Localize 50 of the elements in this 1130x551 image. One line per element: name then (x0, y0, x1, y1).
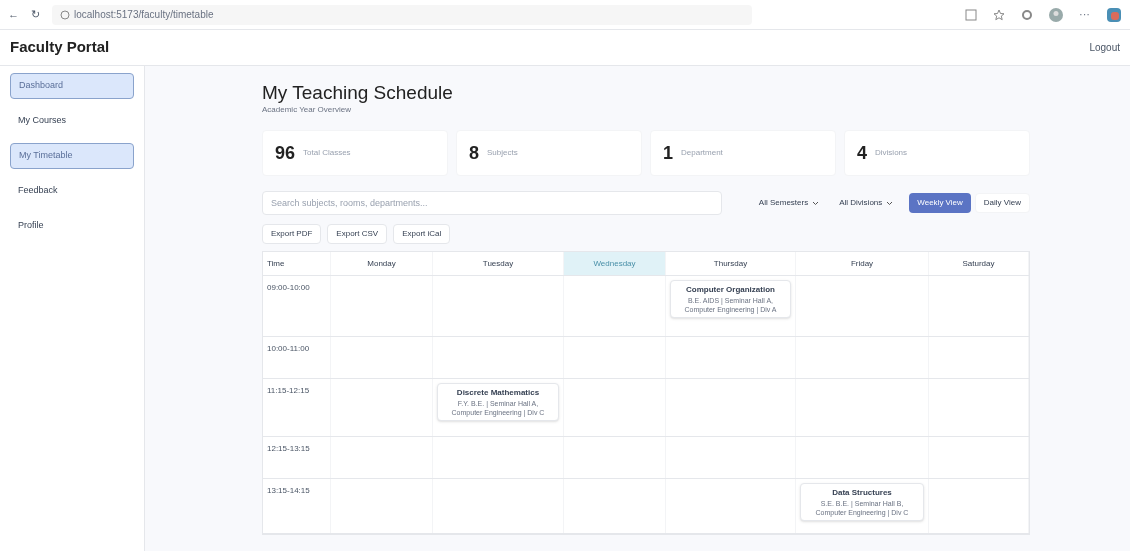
page-title: My Teaching Schedule (262, 82, 454, 104)
column-header: Wednesday (564, 252, 666, 275)
info-icon (60, 9, 70, 20)
time-cell: 13:15-14:15 (263, 479, 331, 533)
caret-icon (886, 200, 894, 206)
stat-label: Subjects (487, 147, 518, 159)
sidebar-item[interactable]: My Courses (10, 108, 134, 134)
export-button[interactable]: Export CSV (327, 224, 388, 244)
stat-value: 8 (469, 141, 479, 165)
export-button[interactable]: Export iCal (393, 224, 451, 244)
time-cell: 10:00-11:00 (263, 337, 331, 378)
caret-icon (812, 200, 820, 206)
column-header: Thursday (666, 252, 796, 275)
profile-icon[interactable] (1049, 7, 1063, 22)
sidebar-item[interactable]: Feedback (10, 178, 134, 204)
class-subject: Data Structures (832, 487, 892, 499)
stat-label: Total Classes (303, 147, 351, 159)
stat-label: Divisions (875, 147, 908, 159)
reload-button[interactable]: ↻ (31, 6, 40, 23)
star-icon[interactable] (993, 8, 1005, 21)
filter-dropdown[interactable]: All Semesters (754, 192, 824, 214)
time-cell: 11:15-12:15 (263, 379, 331, 436)
stat-value: 1 (663, 141, 673, 165)
sidebar-item[interactable]: Dashboard (10, 73, 134, 99)
address-bar[interactable]: localhost:5173/faculty/timetable (52, 4, 752, 25)
page-subtitle: Academic Year Overview (262, 104, 352, 116)
copilot-icon[interactable] (1106, 6, 1122, 23)
back-button[interactable]: ← (8, 6, 19, 23)
sidebar-item[interactable]: My Timetable (10, 143, 134, 169)
stat-value: 4 (857, 141, 867, 165)
export-button[interactable]: Export PDF (262, 224, 322, 244)
stat-value: 96 (275, 141, 296, 165)
portal-title: Faculty Portal (10, 37, 110, 58)
column-header: Time (263, 252, 331, 275)
stat-label: Department (681, 147, 723, 159)
reader-icon[interactable] (965, 8, 977, 21)
class-subject: Computer Organization (686, 284, 775, 296)
search-field[interactable]: Search subjects, rooms, departments... (262, 191, 722, 215)
sidebar-item[interactable]: Profile (10, 213, 134, 239)
time-cell: 09:00-10:00 (263, 276, 331, 336)
logout-button[interactable]: Logout (1089, 40, 1120, 55)
time-cell: 12:15-13:15 (263, 437, 331, 478)
filter-dropdown[interactable]: All Divisions (835, 192, 898, 214)
view-button[interactable]: Daily View (974, 193, 1030, 213)
class-subject: Discrete Mathematics (456, 387, 540, 399)
column-header: Friday (796, 252, 929, 275)
column-header: Saturday (929, 252, 1029, 275)
more-button[interactable]: ··· (1079, 6, 1090, 23)
column-header: Monday (331, 252, 433, 275)
view-button[interactable]: Weekly View (909, 193, 971, 213)
